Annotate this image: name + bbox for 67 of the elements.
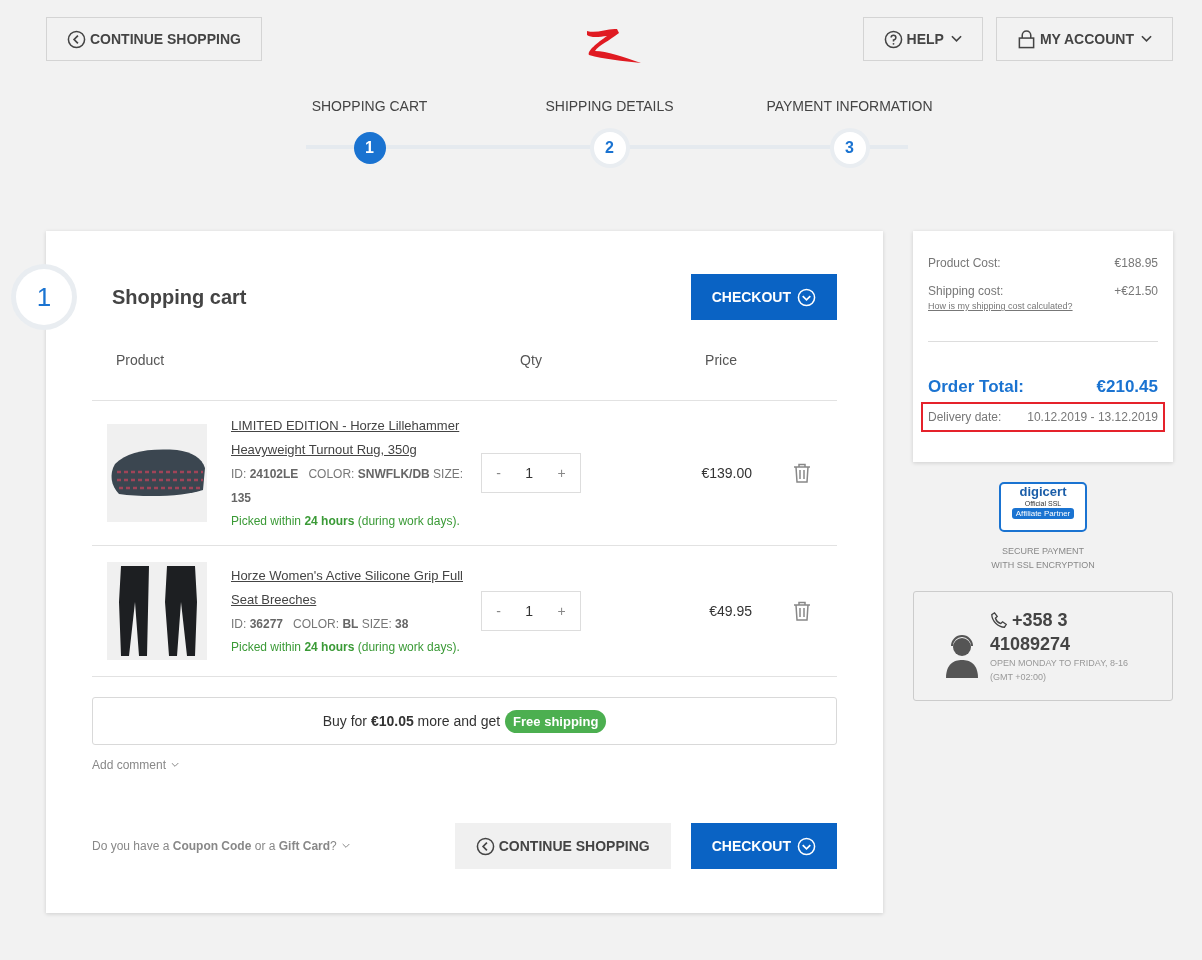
trash-icon[interactable]: [793, 601, 811, 621]
opening-hours: OPEN MONDAY TO FRIDAY, 8-16: [990, 657, 1129, 670]
back-circle-icon: [67, 29, 86, 49]
trash-icon[interactable]: [793, 463, 811, 483]
product-details: ID: 24102LE COLOR: SNWFLK/DB SIZE: 135: [231, 466, 465, 507]
step-number[interactable]: 3: [833, 132, 866, 164]
my-account-button[interactable]: MY ACCOUNT: [995, 17, 1173, 61]
decrease-button[interactable]: -: [492, 603, 505, 619]
chevron-down-icon: [950, 35, 962, 43]
step-number[interactable]: 1: [353, 132, 386, 164]
continue-shopping-button[interactable]: CONTINUE SHOPPING: [46, 17, 262, 61]
lock-icon: [1016, 29, 1036, 49]
phone-icon: [990, 611, 1008, 629]
availability-text: Picked within 24 hours (during work days).: [231, 639, 461, 656]
ssl-caption: WITH SSL ENCRYPTION: [991, 559, 1095, 572]
phone-number: +358 3: [990, 608, 1129, 632]
free-shipping-badge: Free shipping: [505, 709, 607, 733]
step-label: SHOPPING CART: [311, 98, 428, 116]
increase-button[interactable]: +: [553, 465, 570, 481]
summary-label: Shipping cost:: [928, 284, 1004, 298]
summary-label: Product Cost:: [928, 256, 1001, 270]
increase-button[interactable]: +: [553, 603, 570, 619]
badge-brand: digicert: [1019, 484, 1067, 499]
chevron-down-icon: [341, 843, 350, 849]
free-shipping-text: Buy for €10.05 more and get: [322, 713, 501, 729]
availability-text: Picked within 24 hours (during work days).: [231, 513, 461, 530]
item-price: €139.00: [700, 465, 753, 481]
column-header: Price: [704, 352, 738, 368]
chevron-down-icon: [171, 762, 180, 768]
step-label: SHIPPING DETAILS: [545, 98, 674, 116]
ssl-caption: SECURE PAYMENT: [1001, 545, 1085, 558]
step-label: PAYMENT INFORMATION: [766, 98, 933, 116]
chevron-circle-icon: [797, 836, 816, 856]
chevron-circle-icon: [797, 287, 816, 307]
item-price: €49.95: [708, 603, 753, 619]
step-number[interactable]: 2: [593, 132, 626, 164]
column-header: Qty: [519, 352, 543, 368]
continue-shopping-button[interactable]: CONTINUE SHOPPING: [454, 823, 671, 869]
support-agent-icon: [944, 634, 980, 678]
shipping-info-link[interactable]: How is my shipping cost calculated?: [928, 301, 1158, 311]
chevron-down-icon: [1141, 35, 1152, 43]
cart-title: Shopping cart: [112, 285, 247, 309]
total-value: €210.45: [1096, 377, 1158, 397]
checkout-button[interactable]: CHECKOUT: [690, 274, 837, 320]
back-circle-icon: [475, 836, 495, 856]
quantity-stepper[interactable]: - 1 +: [481, 591, 581, 631]
summary-value: +€21.50: [1114, 284, 1158, 298]
delivery-label: Delivery date:: [928, 410, 1002, 424]
quantity-stepper[interactable]: - 1 +: [481, 453, 581, 493]
add-comment-link[interactable]: Add comment: [92, 758, 180, 772]
opening-hours: (GMT +02:00): [990, 671, 1048, 684]
help-button[interactable]: HELP: [862, 17, 983, 61]
help-icon: [883, 29, 903, 49]
column-header: Product: [115, 352, 166, 368]
product-link[interactable]: Horze Women's Active Silicone Grip Full Seat Breeches: [231, 564, 481, 612]
checkout-button[interactable]: CHECKOUT: [690, 823, 837, 869]
decrease-button[interactable]: -: [492, 465, 505, 481]
quantity-value: 1: [525, 603, 534, 619]
product-link[interactable]: LIMITED EDITION - Horze Lillehammer Heavyweight Turnout Rug, 350g: [231, 414, 481, 462]
delivery-value: 10.12.2019 - 13.12.2019: [1027, 410, 1158, 424]
product-details: ID: 36277 COLOR: BL SIZE: 38: [231, 616, 410, 633]
total-label: Order Total:: [928, 377, 1025, 397]
quantity-value: 1: [525, 465, 534, 481]
summary-value: €188.95: [1114, 256, 1158, 270]
badge-ribbon: Affiliate Partner: [1011, 508, 1075, 519]
coupon-link[interactable]: Do you have a Coupon Code or a Gift Card?: [92, 839, 435, 853]
phone-number: 41089274: [990, 633, 1072, 656]
